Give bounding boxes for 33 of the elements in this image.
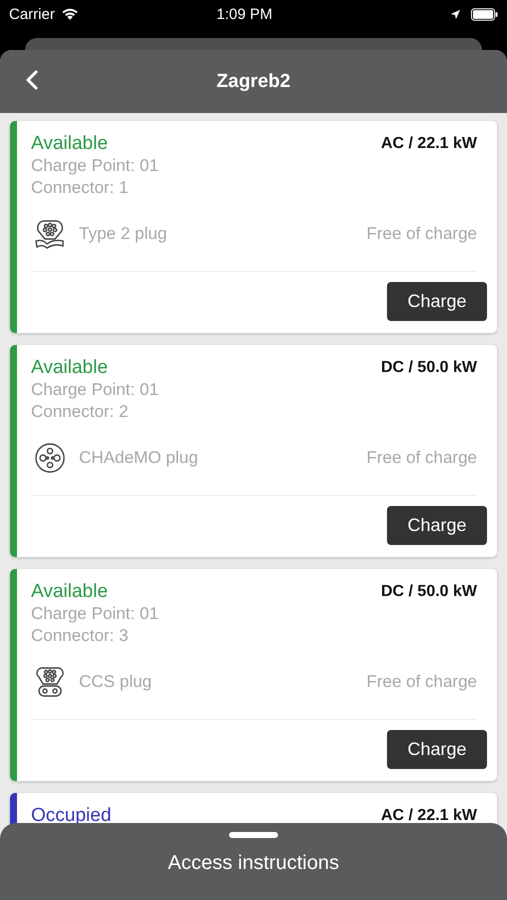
power-rating: AC / 22.1 kW xyxy=(380,135,477,153)
charge-point-label: Charge Point: 01 xyxy=(31,379,160,401)
price-label: Free of charge xyxy=(366,447,477,469)
charge-point-label: Charge Point: 01 xyxy=(31,155,160,177)
charge-button[interactable]: Charge xyxy=(387,282,487,321)
power-rating: AC / 22.1 kW xyxy=(380,807,477,825)
plug-type: CCS plug xyxy=(79,671,153,693)
connector-status: Available xyxy=(31,133,108,155)
bottom-sheet[interactable]: Access instructions xyxy=(0,823,507,900)
connector-label: Connector: 3 xyxy=(31,625,130,647)
battery-icon xyxy=(471,8,498,20)
plug-icon xyxy=(33,441,67,475)
connector-label: Connector: 1 xyxy=(31,177,130,199)
price-label: Free of charge xyxy=(366,671,477,693)
plug-type: Type 2 plug xyxy=(79,223,168,245)
charge-button[interactable]: Charge xyxy=(387,506,487,545)
plug-type: CHAdeMO plug xyxy=(79,447,200,469)
connector-status: Available xyxy=(31,581,108,603)
page-title: Zagreb2 xyxy=(216,70,290,92)
price-label: Free of charge xyxy=(366,223,477,245)
clock-time: 1:09 PM xyxy=(215,6,274,22)
charge-button[interactable]: Charge xyxy=(387,730,487,769)
drag-handle[interactable] xyxy=(229,832,278,838)
charge-point-label: Charge Point: 01 xyxy=(31,603,160,625)
location-arrow-icon xyxy=(450,8,461,20)
connector-label: Connector: 2 xyxy=(31,401,130,423)
carrier-name: Carrier xyxy=(9,6,55,22)
bottom-sheet-title: Access instructions xyxy=(168,852,340,875)
back-button[interactable] xyxy=(26,70,38,90)
power-rating: DC / 50.0 kW xyxy=(380,359,477,377)
connector-status: Available xyxy=(31,357,108,379)
wifi-icon xyxy=(60,8,79,20)
power-rating: DC / 50.0 kW xyxy=(380,583,477,601)
